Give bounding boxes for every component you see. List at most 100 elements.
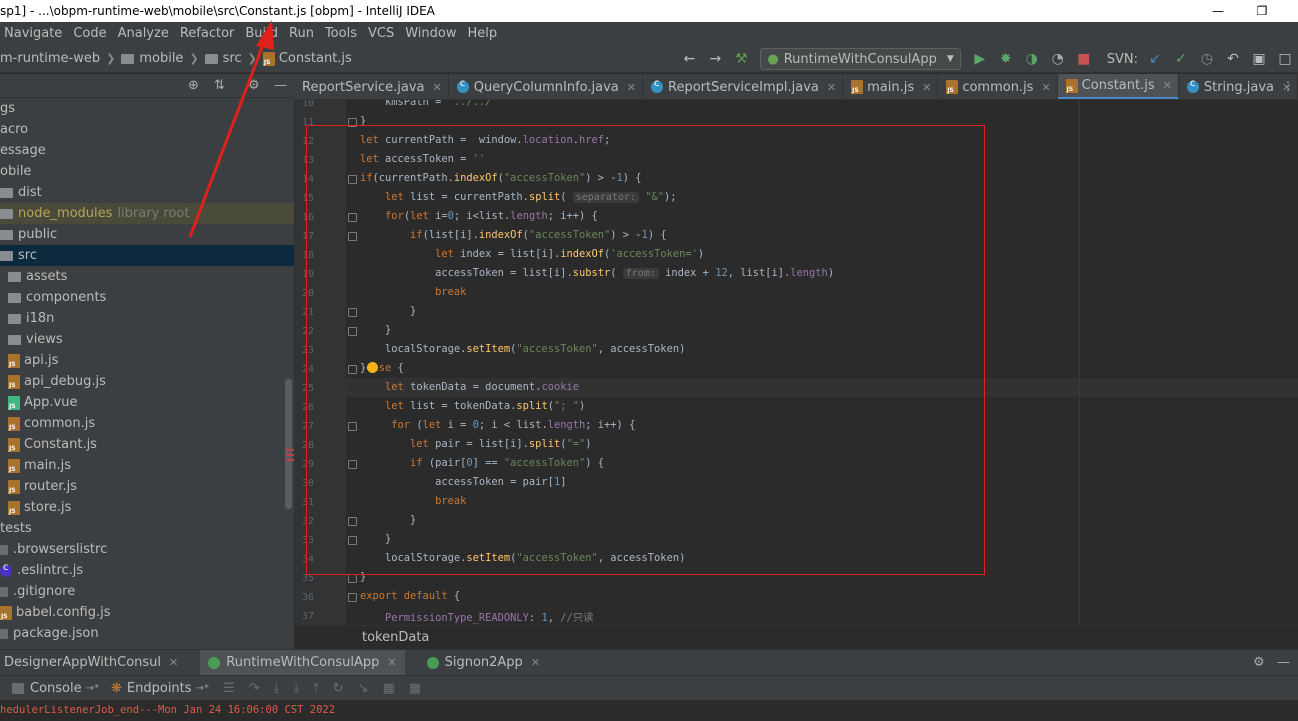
svn-commit-icon[interactable]: ✓ <box>1172 50 1190 68</box>
menu-window[interactable]: Window <box>405 26 456 41</box>
step-out-icon[interactable]: ⤒ <box>313 681 319 696</box>
trace-icon[interactable]: ▦ <box>409 681 421 696</box>
tab-list-icon[interactable]: ⋮ <box>1282 79 1294 93</box>
fold-toggle-icon[interactable] <box>348 593 357 602</box>
close-icon[interactable]: ✕ <box>627 81 636 94</box>
tree-item[interactable]: tests <box>0 518 294 539</box>
tree-item[interactable]: node_modules library root <box>0 203 294 224</box>
close-icon[interactable]: ✕ <box>387 656 396 669</box>
tree-item[interactable]: App.vue <box>0 392 294 413</box>
tab-string-java[interactable]: String.java✕ <box>1179 74 1298 99</box>
project-scrollbar[interactable] <box>285 379 292 509</box>
close-icon[interactable]: ✕ <box>169 656 178 669</box>
tab-constant-js[interactable]: Constant.js ✕ <box>1057 74 1179 99</box>
tree-item[interactable]: src <box>0 245 294 266</box>
menu-run[interactable]: Run <box>289 26 314 41</box>
tab-reportservice[interactable]: ReportService.java ✕ <box>294 74 449 99</box>
run-tab-signon[interactable]: Signon2App ✕ <box>426 655 540 670</box>
gear-icon[interactable]: ⚙ — <box>1253 655 1290 670</box>
tree-item[interactable]: acro <box>0 119 294 140</box>
tree-item[interactable]: obile <box>0 161 294 182</box>
step-over-icon[interactable]: ↷ <box>249 681 260 696</box>
run-configuration-select[interactable]: ● RuntimeWithConsulApp ▼ <box>760 48 961 70</box>
tree-item[interactable]: assets <box>0 266 294 287</box>
tree-item[interactable]: i18n <box>0 308 294 329</box>
tree-item[interactable]: .eslintrc.js <box>0 560 294 581</box>
tab-reportserviceimpl[interactable]: ReportServiceImpl.java ✕ <box>643 74 844 99</box>
run-tab-runtime[interactable]: RuntimeWithConsulApp ✕ <box>200 649 405 676</box>
code-editor[interactable]: 10 kmsPath = '../../' 11} 12 let currentPat… <box>294 100 1298 625</box>
coverage-icon[interactable]: ◑ <box>1023 50 1041 68</box>
console-output[interactable]: hedulerListenerJob_end---Mon Jan 24 16:0… <box>0 700 1298 721</box>
close-icon[interactable]: ✕ <box>1163 79 1172 92</box>
svn-update-icon[interactable]: ↙ <box>1146 50 1164 68</box>
menu-icon[interactable]: ☰ <box>223 681 235 696</box>
build-hammer-icon[interactable]: ⚒ <box>732 50 750 68</box>
close-icon[interactable]: ✕ <box>531 656 540 669</box>
breadcrumb-module[interactable]: m-runtime-web <box>0 51 100 66</box>
back-arrow-icon[interactable]: ← <box>680 50 698 68</box>
menu-build[interactable]: Build <box>245 26 278 41</box>
history-icon[interactable]: ◷ <box>1198 50 1216 68</box>
run-icon[interactable]: ▶ <box>971 50 989 68</box>
menu-navigate[interactable]: Navigate <box>4 26 62 41</box>
stop-icon[interactable]: ■ <box>1075 50 1093 68</box>
drop-frame-icon[interactable]: ↻ <box>333 681 344 696</box>
tree-item[interactable]: Constant.js <box>0 434 294 455</box>
tree-item[interactable]: .gitignore <box>0 581 294 602</box>
menu-vcs[interactable]: VCS <box>368 26 394 41</box>
tree-item[interactable]: babel.config.js <box>0 602 294 623</box>
collapse-all-icon[interactable]: ⇅ <box>214 78 225 93</box>
run-to-cursor-icon[interactable]: ↘ <box>358 681 369 696</box>
debug-bug-icon[interactable]: ✸ <box>997 50 1015 68</box>
close-icon[interactable]: ✕ <box>922 81 931 94</box>
forward-arrow-icon[interactable]: → <box>706 50 724 68</box>
run-tab-designer[interactable]: DesignerAppWithConsul ✕ <box>4 655 178 670</box>
profile-icon[interactable]: ◔ <box>1049 50 1067 68</box>
tree-item[interactable]: gs <box>0 98 294 119</box>
step-into-icon[interactable]: ⤓ <box>274 681 280 696</box>
tree-item[interactable]: views <box>0 329 294 350</box>
code-line[interactable]: 36 export default { <box>294 588 1298 607</box>
hide-panel-icon[interactable]: — <box>274 78 287 93</box>
breadcrumb-folder-mobile[interactable]: mobile <box>139 51 183 66</box>
maximize-button[interactable]: ❐ <box>1242 0 1282 22</box>
force-step-into-icon[interactable]: ⤓ <box>293 681 299 696</box>
tree-item[interactable]: main.js <box>0 455 294 476</box>
tree-item[interactable]: package.json <box>0 623 294 644</box>
tree-item[interactable]: store.js <box>0 497 294 518</box>
search-everywhere-icon[interactable]: □ <box>1276 50 1294 68</box>
fold-toggle-icon[interactable] <box>348 574 357 583</box>
tab-main-js[interactable]: main.js ✕ <box>843 74 939 99</box>
tree-item[interactable]: public <box>0 224 294 245</box>
tree-item[interactable]: router.js <box>0 476 294 497</box>
tree-item[interactable]: essage <box>0 140 294 161</box>
code-line[interactable]: 10 kmsPath = '../../' <box>294 100 1298 113</box>
tree-item[interactable]: api_debug.js <box>0 371 294 392</box>
menu-tools[interactable]: Tools <box>325 26 357 41</box>
code-line[interactable]: 37 PermissionType_READONLY: 1, //只读 <box>294 607 1298 625</box>
tree-item[interactable]: dist <box>0 182 294 203</box>
revert-icon[interactable]: ↶ <box>1224 50 1242 68</box>
evaluate-icon[interactable]: ▦ <box>383 681 395 696</box>
gear-icon[interactable]: ⚙ <box>248 78 260 93</box>
close-icon[interactable]: ✕ <box>1041 81 1050 94</box>
menu-help[interactable]: Help <box>467 26 497 41</box>
close-icon[interactable]: ✕ <box>827 81 836 94</box>
endpoints-tab[interactable]: ❋ Endpoints →* <box>111 681 209 696</box>
locate-file-icon[interactable]: ⊕ <box>188 78 199 93</box>
editor-breadcrumb-item[interactable]: tokenData <box>362 630 429 645</box>
tree-item[interactable]: api.js <box>0 350 294 371</box>
menu-refactor[interactable]: Refactor <box>180 26 235 41</box>
tree-item[interactable]: components <box>0 287 294 308</box>
tab-querycolumninfo[interactable]: QueryColumnInfo.java ✕ <box>449 74 643 99</box>
tree-item[interactable]: common.js <box>0 413 294 434</box>
minimize-button[interactable]: — <box>1198 0 1238 22</box>
menu-code[interactable]: Code <box>73 26 106 41</box>
project-structure-icon[interactable]: ▣ <box>1250 50 1268 68</box>
tree-item[interactable]: .browserslistrc <box>0 539 294 560</box>
breadcrumb-file[interactable]: Constant.js <box>279 51 352 66</box>
breadcrumb-folder-src[interactable]: src <box>223 51 242 66</box>
menu-analyze[interactable]: Analyze <box>118 26 169 41</box>
console-tab[interactable]: Console →* <box>12 681 99 696</box>
